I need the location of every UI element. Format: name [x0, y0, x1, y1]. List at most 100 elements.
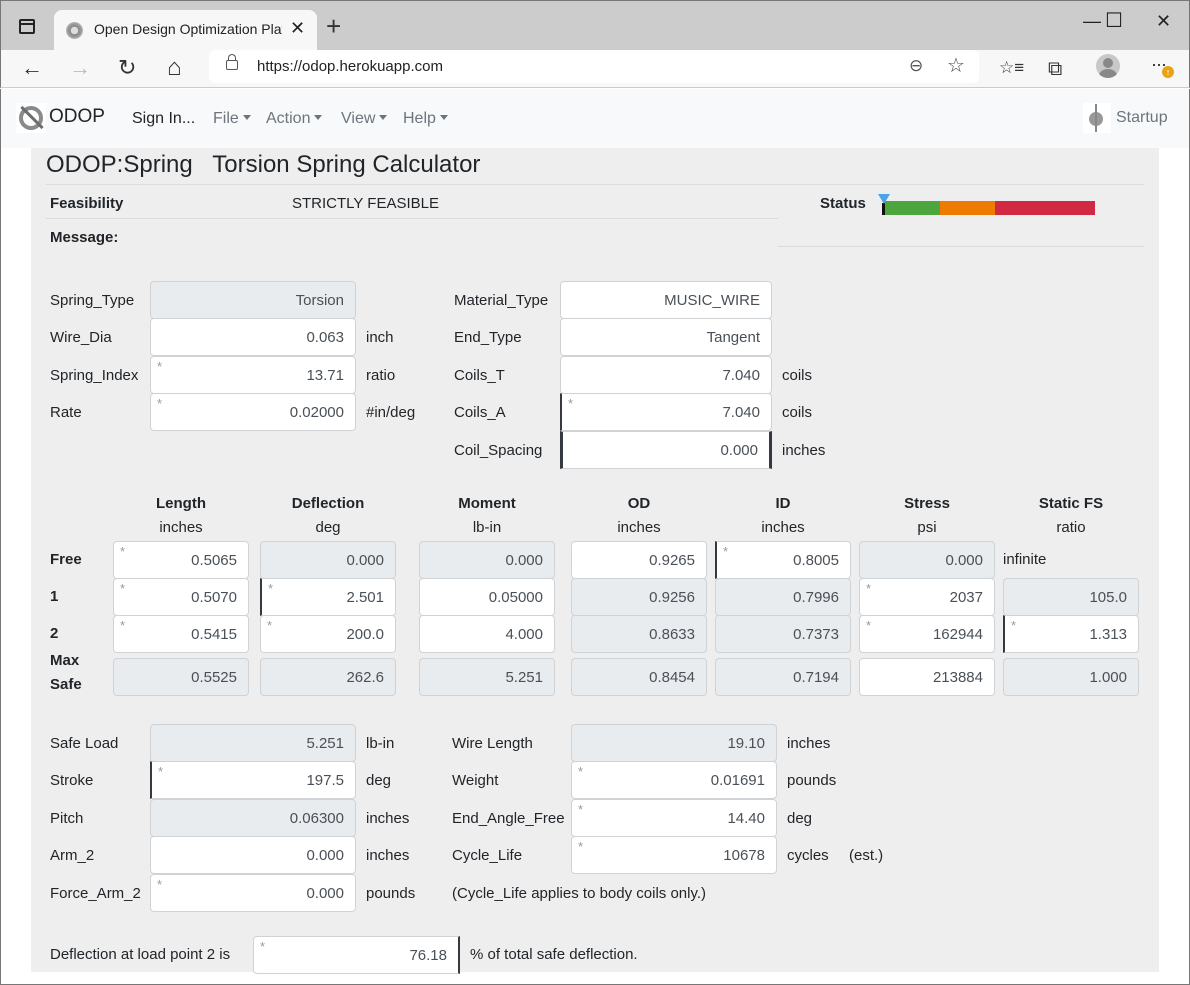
design-name[interactable]: Startup: [1116, 109, 1168, 127]
reload-icon[interactable]: ↻: [118, 55, 136, 81]
param-field-wire-dia[interactable]: 0.063: [150, 318, 356, 356]
feasibility-label: Feasibility: [50, 195, 124, 212]
forward-icon[interactable]: →: [69, 55, 91, 81]
column-unit: deg: [315, 519, 341, 536]
cell-max-safe-od[interactable]: 0.8454: [571, 658, 707, 696]
param-field-coils-t[interactable]: 7.040: [560, 356, 772, 394]
cell-2-stress[interactable]: * 162944: [859, 615, 995, 653]
field-value: 197.5: [306, 772, 344, 789]
odop-logo-icon[interactable]: [16, 103, 46, 133]
field-value: 0.5525: [191, 669, 237, 686]
report-field-stroke[interactable]: * 197.5: [150, 761, 356, 799]
field-value: 0.8454: [649, 669, 695, 686]
report-field-arm-2[interactable]: 0.000: [150, 836, 356, 874]
nav-sign-in[interactable]: Sign In...: [132, 110, 195, 128]
address-bar[interactable]: https://odop.herokuapp.com ⊖ ☆: [209, 50, 979, 83]
home-icon[interactable]: ⌂: [167, 55, 182, 81]
param-field-spring-type[interactable]: Torsion: [150, 281, 356, 319]
cell-free-od[interactable]: 0.9265: [571, 541, 707, 579]
param-field-coil-spacing[interactable]: 0.000: [560, 431, 772, 469]
profile-avatar[interactable]: [1096, 54, 1120, 78]
field-value: 19.10: [727, 735, 765, 752]
cell-max-safe-deflection[interactable]: 262.6: [260, 658, 396, 696]
field-value: 0.000: [945, 552, 983, 569]
field-value: 0.000: [306, 885, 344, 902]
cell-2-moment[interactable]: 4.000: [419, 615, 555, 653]
window-close-button[interactable]: ✕: [1156, 11, 1171, 32]
nav-help-menu[interactable]: Help: [403, 110, 448, 128]
cell-1-static-fs[interactable]: 105.0: [1003, 578, 1139, 616]
param-field-rate[interactable]: * 0.02000: [150, 393, 356, 431]
report-field-pitch[interactable]: 0.06300: [150, 799, 356, 837]
collections-icon[interactable]: ⧉: [1048, 58, 1062, 81]
column-unit: ratio: [1056, 519, 1086, 536]
cell-free-length[interactable]: * 0.5065: [113, 541, 249, 579]
nav-sign-in-label: Sign In...: [132, 110, 196, 127]
param-field-coils-a[interactable]: * 7.040: [560, 393, 772, 431]
nav-file-label: File: [213, 110, 239, 127]
add-favorite-icon[interactable]: ☆: [947, 53, 965, 78]
cell-1-length[interactable]: * 0.5070: [113, 578, 249, 616]
field-value: 4.000: [505, 626, 543, 643]
cell-max-safe-stress[interactable]: 213884: [859, 658, 995, 696]
param-field-end-type[interactable]: Tangent: [560, 318, 772, 356]
cell-free-stress[interactable]: 0.000: [859, 541, 995, 579]
cell-2-od[interactable]: 0.8633: [571, 615, 707, 653]
lock-icon[interactable]: [226, 54, 238, 70]
report-label-safe-load: Safe Load: [50, 735, 119, 752]
cell-max-safe-static-fs[interactable]: 1.000: [1003, 658, 1139, 696]
maximize-button[interactable]: ☐: [1105, 8, 1123, 33]
report-field-weight[interactable]: * 0.01691: [571, 761, 777, 799]
report-field-end-angle-free[interactable]: * 14.40: [571, 799, 777, 837]
report-field-wire-length[interactable]: 19.10: [571, 724, 777, 762]
tab-actions-icon[interactable]: [19, 19, 35, 34]
favorites-icon[interactable]: ☆≡: [999, 58, 1024, 78]
field-value: 0.01691: [710, 772, 765, 789]
cell-2-static-fs[interactable]: * 1.313: [1003, 615, 1139, 653]
cell-1-id[interactable]: 0.7996: [715, 578, 851, 616]
cell-2-deflection[interactable]: * 200.0: [260, 615, 396, 653]
param-label-spring-type: Spring_Type: [50, 292, 135, 309]
browser-tab[interactable]: Open Design Optimization Platform ✕: [54, 10, 317, 51]
field-value: MUSIC_WIRE: [664, 292, 760, 309]
nav-file-menu[interactable]: File: [213, 110, 251, 128]
cell-free-id[interactable]: * 0.8005: [715, 541, 851, 579]
url-text[interactable]: https://odop.herokuapp.com: [257, 58, 443, 75]
cell-1-moment[interactable]: 0.05000: [419, 578, 555, 616]
report-field-safe-load[interactable]: 5.251: [150, 724, 356, 762]
report-label-pitch: Pitch: [50, 810, 84, 827]
cell-free-deflection[interactable]: 0.000: [260, 541, 396, 579]
field-value: 5.251: [505, 669, 543, 686]
page-title: ODOP:Spring Torsion Spring Calculator: [46, 151, 481, 178]
report-field-force-arm-2[interactable]: * 0.000: [150, 874, 356, 912]
cell-2-length[interactable]: * 0.5415: [113, 615, 249, 653]
brand-name[interactable]: ODOP: [49, 106, 105, 128]
cell-1-stress[interactable]: * 2037: [859, 578, 995, 616]
report-field-cycle-life[interactable]: * 10678: [571, 836, 777, 874]
cell-2-id[interactable]: 0.7373: [715, 615, 851, 653]
cell-max-safe-length[interactable]: 0.5525: [113, 658, 249, 696]
param-field-spring-index[interactable]: * 13.71: [150, 356, 356, 394]
field-value: 2037: [949, 589, 983, 606]
param-label-material-type: Material_Type: [454, 292, 549, 309]
cycle-life-note: (Cycle_Life applies to body coils only.): [452, 885, 707, 902]
cell-free-moment[interactable]: 0.000: [419, 541, 555, 579]
zoom-out-icon[interactable]: ⊖: [909, 56, 923, 76]
tab-close-icon[interactable]: ✕: [290, 18, 305, 39]
back-icon[interactable]: ←: [21, 55, 43, 81]
star-icon: *: [578, 802, 584, 817]
spring-icon[interactable]: [1083, 103, 1111, 133]
param-field-material-type[interactable]: MUSIC_WIRE: [560, 281, 772, 319]
cell-max-safe-id[interactable]: 0.7194: [715, 658, 851, 696]
cell-max-safe-moment[interactable]: 5.251: [419, 658, 555, 696]
nav-action-menu[interactable]: Action: [266, 110, 323, 128]
star-icon: *: [120, 618, 126, 633]
nav-view-menu[interactable]: View: [341, 110, 388, 128]
cell-1-deflection[interactable]: * 2.501: [260, 578, 396, 616]
row-label-safe: Safe: [50, 676, 82, 693]
nav-view-label: View: [341, 110, 376, 127]
cell-1-od[interactable]: 0.9256: [571, 578, 707, 616]
new-tab-button[interactable]: +: [326, 13, 341, 39]
deflection-percent-field[interactable]: * 76.18: [253, 936, 460, 974]
minimize-button[interactable]: —: [1083, 11, 1101, 32]
